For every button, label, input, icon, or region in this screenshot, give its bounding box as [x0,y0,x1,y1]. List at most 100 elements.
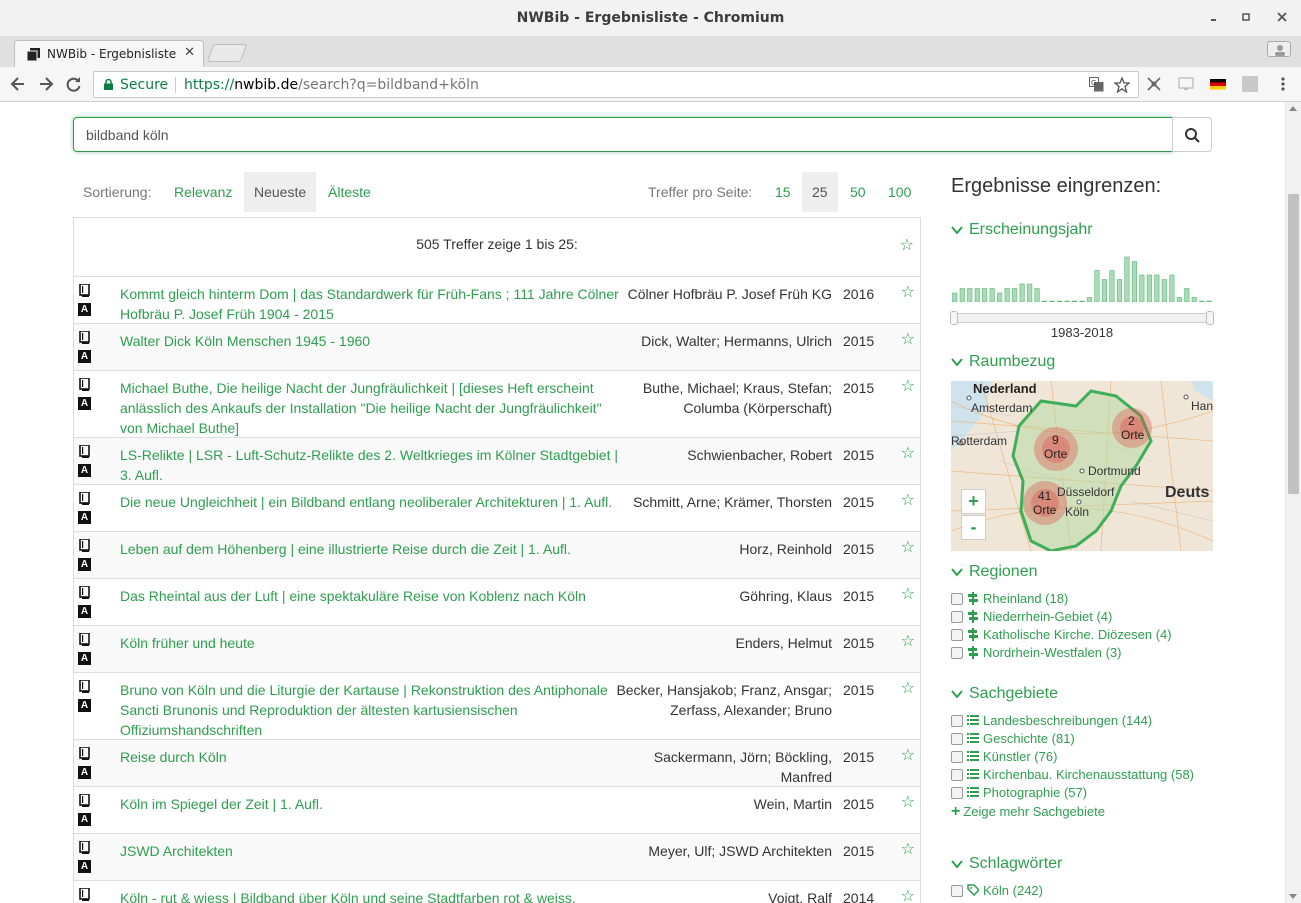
tab-nwbib[interactable]: NWBib - Ergebnisliste ✕ [14,40,204,67]
bookmark-star-icon[interactable]: ☆ [901,329,915,349]
histogram-bar[interactable] [1124,256,1130,302]
facet-checkbox[interactable] [951,593,963,605]
result-title-link[interactable]: Kommt gleich hinterm Dom | das Standardw… [120,284,626,324]
facet-checkbox[interactable] [951,611,963,623]
facet-checkbox[interactable] [951,787,963,799]
extension-tools-icon[interactable] [1146,76,1162,92]
per-page-25[interactable]: 25 [802,172,838,212]
histogram-bar[interactable] [1139,274,1145,302]
facet-item[interactable]: Landesbeschreibungen (144) [951,713,1152,731]
bookmark-star-icon[interactable]: ☆ [901,886,915,903]
address-bar[interactable]: Secure https://nwbib.de/search?q=bildban… [93,71,1139,98]
map-cluster-3-count[interactable]: 41 [1038,489,1051,503]
bookmark-star-icon[interactable]: ☆ [901,490,915,510]
facet-item[interactable]: Geschichte (81) [951,731,1075,749]
year-slider-start-handle[interactable] [950,311,958,325]
histogram-bar[interactable] [1184,288,1190,303]
map-cluster-2-label[interactable]: Orte [1121,428,1144,442]
bookmark-star-icon[interactable]: ☆ [901,443,915,463]
histogram-bar[interactable] [1154,274,1160,302]
facet-item[interactable]: Katholische Kirche. Diözesen (4) [951,627,1172,645]
show-more-subjects-link[interactable]: + Zeige mehr Sachgebiete [951,803,1105,821]
histogram-bar[interactable] [1191,297,1197,303]
translate-icon[interactable]: G [1089,77,1104,95]
per-page-15[interactable]: 15 [765,172,801,212]
histogram-bar[interactable] [1057,300,1063,302]
map-zoom-in-button[interactable]: + [961,489,986,514]
facet-item[interactable]: Photographie (57) [951,785,1087,803]
bookmark-star-icon[interactable]: ☆ [901,745,915,765]
scroll-down-icon[interactable] [1289,894,1297,899]
map-cluster-1-label[interactable]: Orte [1044,447,1067,461]
histogram-bar[interactable] [1042,300,1048,302]
result-title-link[interactable]: Die neue Ungleichheit | ein Bildband ent… [120,492,626,512]
result-title-link[interactable]: LS-Relikte | LSR - Luft-Schutz-Relikte d… [120,445,626,485]
result-title-link[interactable]: Walter Dick Köln Menschen 1945 - 1960 [120,331,626,351]
histogram-bar[interactable] [1101,279,1107,303]
facet-item[interactable]: Rheinland (18) [951,591,1068,609]
facet-checkbox[interactable] [951,715,963,727]
page-scrollbar[interactable] [1285,102,1301,903]
histogram-bar[interactable] [989,288,995,303]
result-title-link[interactable]: Das Rheintal aus der Luft | eine spektak… [120,586,626,606]
scrollbar-thumb[interactable] [1288,194,1299,494]
menu-icon[interactable] [1275,76,1291,92]
result-title-link[interactable]: Leben auf dem Höhenberg | eine illustrie… [120,539,626,559]
facet-checkbox[interactable] [951,885,963,897]
histogram-bar[interactable] [1049,300,1055,302]
histogram-bar[interactable] [1131,261,1137,303]
histogram-bar[interactable] [1161,279,1167,303]
histogram-bar[interactable] [1146,274,1152,302]
histogram-bar[interactable] [1064,300,1070,302]
result-title-link[interactable]: Bruno von Köln und die Liturgie der Kart… [120,680,626,740]
histogram-bar[interactable] [959,288,965,303]
histogram-bar[interactable] [1019,283,1025,302]
histogram-bar[interactable] [952,292,958,302]
bookmark-star-icon[interactable]: ☆ [901,631,915,651]
sort-neueste[interactable]: Neueste [244,172,317,212]
histogram-bar[interactable] [1004,288,1010,303]
close-window-button[interactable] [1274,9,1290,25]
facet-raumbezug[interactable]: Raumbezug [951,353,1055,371]
bookmark-star-icon[interactable]: ☆ [901,376,915,396]
histogram-bar[interactable] [1109,270,1115,303]
facet-item[interactable]: Köln (242) [951,883,1043,901]
map-zoom-out-button[interactable]: - [961,515,986,540]
minimize-button[interactable] [1206,9,1222,25]
facet-checkbox[interactable] [951,647,963,659]
histogram-bar[interactable] [1086,297,1092,303]
result-title-link[interactable]: Reise durch Köln [120,747,626,767]
histogram-bar[interactable] [1079,300,1085,302]
map-cluster-3-label[interactable]: Orte [1033,503,1056,517]
facet-regionen[interactable]: Regionen [951,563,1038,581]
histogram-bar[interactable] [1199,300,1205,302]
histogram-bar[interactable] [1094,270,1100,303]
result-title-link[interactable]: Michael Buthe, Die heilige Nacht der Jun… [120,378,626,438]
histogram-bar[interactable] [1206,300,1212,302]
map-cluster-1-count[interactable]: 9 [1052,433,1059,447]
histogram-bar[interactable] [1176,297,1182,303]
histogram-bar[interactable] [982,288,988,303]
facet-checkbox[interactable] [951,751,963,763]
year-slider-end-handle[interactable] [1206,311,1214,325]
result-title-link[interactable]: Köln im Spiegel der Zeit | 1. Aufl. [120,794,626,814]
facet-schlagwoerter[interactable]: Schlagwörter [951,855,1062,873]
facet-item[interactable]: Niederrhein-Gebiet (4) [951,609,1112,627]
bookmark-star-icon[interactable]: ☆ [901,792,915,812]
facet-checkbox[interactable] [951,769,963,781]
map-cluster-2-count[interactable]: 2 [1128,414,1135,428]
extension-grey-icon[interactable] [1242,76,1258,92]
histogram-bar[interactable] [997,292,1003,302]
histogram-bar[interactable] [1034,288,1040,303]
sort-relevanz[interactable]: Relevanz [164,172,242,212]
region-map[interactable]: Nederland Amsterdam Rotterdam Dortmund D… [951,381,1213,551]
year-histogram[interactable] [951,252,1213,302]
histogram-bar[interactable] [1072,300,1078,302]
histogram-bar[interactable] [967,288,973,303]
facet-item[interactable]: Künstler (76) [951,749,1057,767]
histogram-bar[interactable] [1027,283,1033,302]
profile-button[interactable] [1267,41,1291,57]
histogram-bar[interactable] [1169,274,1175,302]
scroll-up-icon[interactable] [1289,106,1297,111]
histogram-bar[interactable] [1012,288,1018,303]
